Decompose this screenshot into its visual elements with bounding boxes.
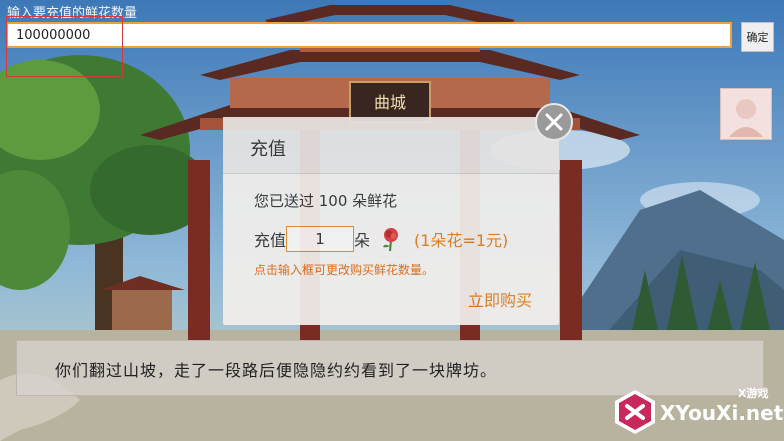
- dialog-title: 充值: [250, 139, 286, 160]
- portrait-icon: [729, 99, 763, 137]
- character-portrait[interactable]: [720, 88, 772, 140]
- dialog-header: 充值: [223, 117, 559, 174]
- story-text: 你们翻过山坡，走了一段路后便隐隐约约看到了一块牌坊。: [55, 361, 498, 380]
- quantity-row: 充值 1 朵 (1朵花=1元): [254, 225, 508, 253]
- flowers-sent-text: 您已送过 100 朵鲜花: [254, 192, 398, 210]
- recharge-dialog: 充值 您已送过 100 朵鲜花 充值 1 朵 (1朵花=1元) 点击输入框可更改…: [223, 117, 559, 325]
- watermark-small-text: X游戏: [738, 387, 769, 400]
- confirm-button[interactable]: 确定: [741, 22, 774, 52]
- rose-icon: [383, 228, 399, 252]
- watermark-site-text: XYouXi.net: [660, 401, 784, 425]
- quantity-label: 充值: [254, 231, 287, 250]
- buy-now-button[interactable]: 立即购买: [468, 287, 532, 311]
- recharge-amount-label: 输入要充值的鲜花数量: [7, 6, 138, 21]
- price-rate-text: (1朵花=1元): [414, 231, 509, 250]
- gate-sign: 曲城: [374, 93, 406, 112]
- recharge-amount-field[interactable]: [6, 22, 732, 48]
- close-dialog-button[interactable]: [534, 102, 574, 142]
- edit-quantity-hint: 点击输入框可更改购买鲜花数量。: [254, 263, 435, 277]
- flower-quantity-input[interactable]: 1: [286, 226, 355, 252]
- close-icon: [535, 103, 573, 141]
- recharge-amount-input[interactable]: [8, 24, 730, 47]
- unit-label: 朵: [354, 231, 371, 250]
- xyouxi-logo-icon: [615, 390, 655, 434]
